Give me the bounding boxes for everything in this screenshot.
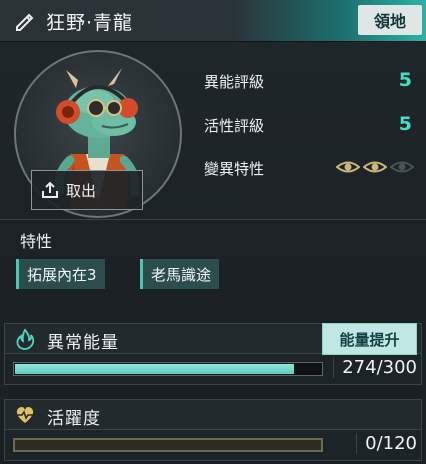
trait-chip-old-horse[interactable]: 老馬識途 [140, 259, 220, 289]
stat-value: 5 [398, 113, 412, 135]
stat-row-vitality-rating: 活性評級 5 [204, 113, 416, 139]
stat-value: 5 [398, 69, 412, 91]
energy-bar-fill [15, 364, 295, 374]
activity-header: 活躍度 [5, 400, 421, 430]
character-panel: 狂野·青龍 領地 取出 異能評級 5 活性評級 5 變異特性 特性 拓展內在3 … [0, 0, 426, 464]
heart-pulse-icon [16, 407, 34, 423]
stat-label: 異能評級 [204, 73, 265, 91]
energy-section: 異常能量 能量提升 274/300 [4, 323, 422, 385]
stat-row-mutation-traits: 變異特性 [204, 156, 416, 182]
stat-row-ability-rating: 異能評級 5 [204, 69, 416, 95]
energy-bar [13, 362, 323, 376]
export-icon [42, 181, 58, 198]
stat-label: 活性評級 [204, 117, 265, 135]
energy-upgrade-button[interactable]: 能量提升 [322, 323, 417, 355]
header-bar: 狂野·青龍 領地 [0, 0, 426, 42]
flame-icon [16, 328, 35, 350]
stat-label: 變異特性 [204, 160, 265, 178]
energy-header: 異常能量 能量提升 [5, 323, 421, 355]
trait-chip-expand-inner[interactable]: 拓展內在3 [16, 259, 105, 289]
activity-section: 活躍度 0/120 [4, 399, 422, 461]
eye-icon-active [336, 161, 360, 173]
extract-button[interactable]: 取出 [31, 170, 143, 210]
eye-icon-active [363, 161, 387, 173]
energy-title: 異常能量 [47, 333, 119, 353]
activity-title: 活躍度 [47, 409, 101, 429]
territory-tab-button[interactable]: 領地 [358, 5, 422, 35]
activity-bar [13, 438, 323, 452]
mutation-eyes [336, 160, 414, 174]
character-name: 狂野·青龍 [46, 12, 134, 34]
traits-heading: 特性 [20, 232, 53, 251]
activity-value: 0/120 [356, 433, 417, 454]
eye-icon-inactive [390, 161, 414, 173]
extract-label: 取出 [66, 181, 97, 200]
energy-value: 274/300 [333, 357, 417, 378]
section-divider [0, 219, 426, 220]
edit-pencil-icon[interactable] [14, 10, 36, 32]
